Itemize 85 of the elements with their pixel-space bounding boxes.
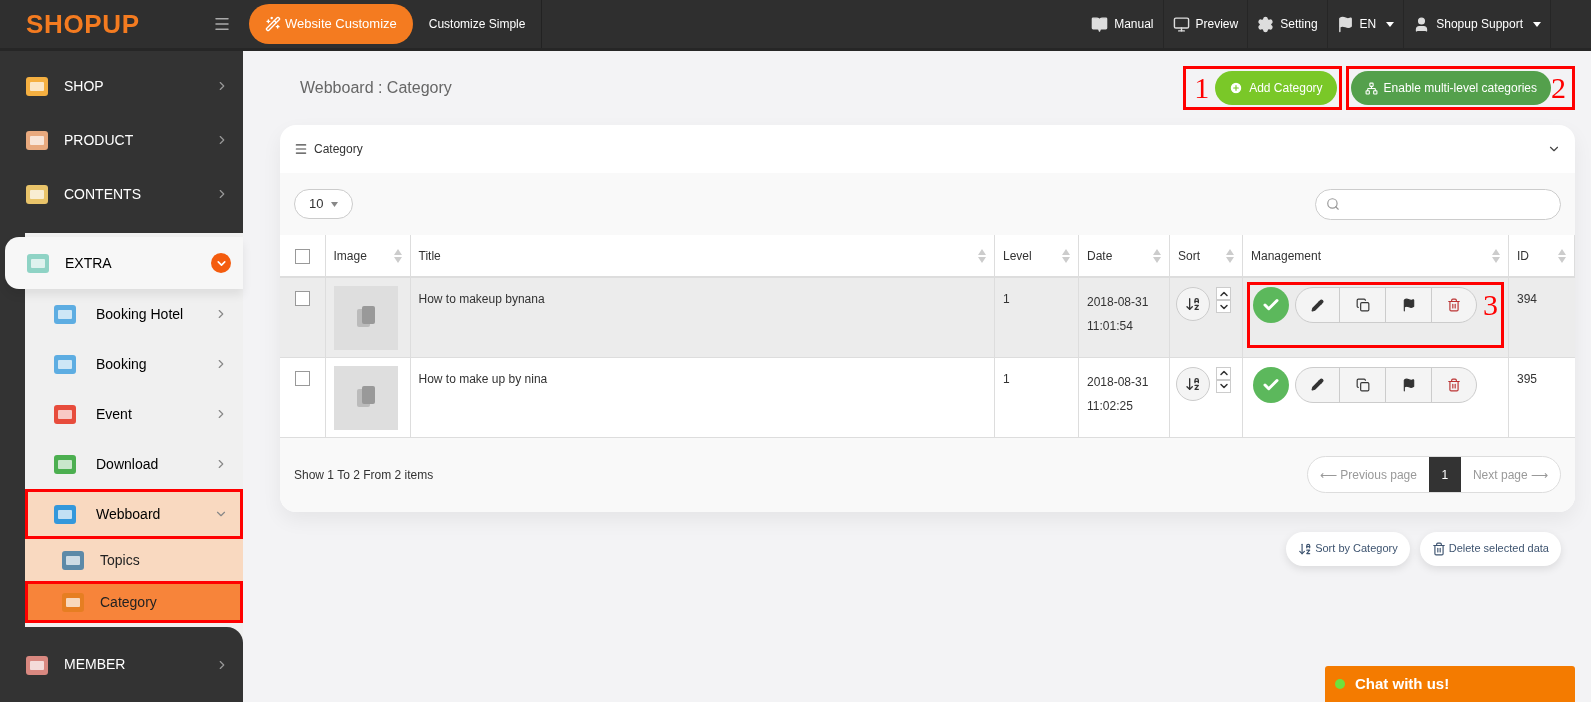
- move-up-button[interactable]: [1216, 287, 1231, 300]
- image-placeholder: [333, 365, 398, 430]
- row-id: 394: [1508, 277, 1575, 357]
- row-level: 1: [1003, 292, 1010, 306]
- settings-icon: [1257, 15, 1275, 33]
- magic-wand-icon: [265, 16, 281, 32]
- image-placeholder: [333, 286, 398, 350]
- copy-icon: [1355, 298, 1370, 312]
- sort-az-button[interactable]: [1176, 366, 1210, 401]
- sidebar-item[interactable]: SHOP: [0, 59, 243, 113]
- sidebar-subitem[interactable]: Download: [25, 439, 243, 489]
- customize-simple-link[interactable]: Customize Simple: [412, 0, 543, 48]
- annotation-number: 2: [1551, 73, 1566, 103]
- dropdown-caret-icon: [331, 201, 339, 207]
- search-field[interactable]: [1315, 188, 1561, 220]
- row-level: 1: [1003, 371, 1010, 386]
- row-time: 11:01:54: [1087, 318, 1134, 335]
- flag-icon: [1401, 377, 1416, 392]
- annotation-number: 3: [1483, 290, 1498, 320]
- select-all-checkbox[interactable]: [294, 248, 310, 264]
- row-checkbox[interactable]: [294, 370, 310, 386]
- topbar-menu-item[interactable]: Preview: [1163, 0, 1249, 48]
- items-summary: Show 1 To 2 From 2 items: [294, 466, 434, 484]
- copy-icon: [1355, 377, 1370, 392]
- sort-by-category-button[interactable]: Sort by Category: [1286, 531, 1410, 566]
- move-up-button[interactable]: [1216, 366, 1231, 380]
- page-size-select[interactable]: 10: [294, 189, 354, 219]
- sidebar-subitem[interactable]: Event: [25, 389, 243, 439]
- caret-icon: [1386, 21, 1395, 27]
- delete-selected-button[interactable]: Delete selected data: [1419, 531, 1561, 566]
- topbar-menu-item[interactable]: Manual: [1082, 0, 1164, 48]
- page-title: Webboard : Category: [300, 78, 452, 98]
- move-down-button[interactable]: [1216, 300, 1231, 313]
- book-icon: [1091, 15, 1109, 33]
- sidebar-subitem[interactable]: Booking Hotel: [25, 289, 243, 339]
- column-header[interactable]: Level: [1003, 246, 1032, 265]
- row-id: 395: [1508, 357, 1575, 437]
- column-header[interactable]: Date: [1087, 246, 1113, 265]
- pencil-icon: [1311, 378, 1324, 391]
- search-icon: [1326, 197, 1340, 211]
- topbar-menu-item[interactable]: Shopup Support: [1404, 0, 1551, 48]
- row-title: How to make up by nina: [418, 371, 548, 386]
- brand-logo[interactable]: SHOPUP: [26, 8, 140, 39]
- sort-az-icon: [1298, 541, 1313, 556]
- column-header[interactable]: Management: [1251, 246, 1322, 265]
- row-title: How to makeup bynana: [418, 292, 545, 306]
- plus-icon: [1229, 81, 1244, 95]
- sort-az-button[interactable]: [1176, 287, 1210, 321]
- sidebar-subitem[interactable]: Webboard: [25, 489, 243, 539]
- sidebar-subitem[interactable]: Booking: [25, 339, 243, 389]
- sort-az-icon: [1185, 296, 1201, 312]
- page-button[interactable]: 1: [1428, 457, 1461, 492]
- menu-icon: [212, 15, 231, 33]
- sidebar-subitem[interactable]: Topics: [25, 539, 243, 581]
- status-toggle[interactable]: [1253, 366, 1289, 403]
- trash-icon: [1447, 298, 1461, 312]
- column-header[interactable]: Sort: [1178, 246, 1200, 265]
- monitor-icon: [1172, 15, 1190, 33]
- list-icon: [294, 142, 308, 156]
- trash-icon: [1447, 377, 1461, 392]
- row-checkbox[interactable]: [294, 291, 310, 306]
- column-header[interactable]: ID: [1517, 246, 1529, 265]
- column-header[interactable]: Image: [333, 246, 367, 265]
- column-header[interactable]: Title: [418, 246, 441, 265]
- caret-icon: [1533, 21, 1541, 27]
- flag-icon: [1336, 15, 1354, 33]
- trash-icon: [1431, 541, 1446, 556]
- hierarchy-icon: [1364, 81, 1378, 95]
- sidebar-subitem[interactable]: Category: [25, 581, 243, 623]
- row-date: 2018-08-31: [1087, 373, 1150, 391]
- row-time: 11:02:25: [1087, 397, 1134, 415]
- sidebar-item[interactable]: EXTRA: [5, 237, 243, 289]
- sort-az-icon: [1185, 375, 1201, 392]
- table-row[interactable]: How to make up by nina 1 2018-08-31 11:02:25 395: [280, 357, 1575, 437]
- card-title: Category: [314, 141, 363, 158]
- topbar-menu-item[interactable]: EN: [1327, 0, 1405, 48]
- flag-icon: [1401, 298, 1416, 312]
- pencil-icon: [1311, 298, 1324, 312]
- annotation-number: 1: [1194, 73, 1210, 103]
- row-date: 2018-08-31: [1087, 294, 1150, 311]
- topbar-menu-item[interactable]: Setting: [1248, 0, 1328, 48]
- sidebar-item[interactable]: PRODUCT: [0, 113, 243, 167]
- table-row[interactable]: How to makeup bynana 1 2018-08-31 11:01:54 3 394: [280, 277, 1575, 357]
- status-toggle[interactable]: [1253, 287, 1289, 323]
- sidebar-item[interactable]: CONTENTS: [0, 167, 243, 221]
